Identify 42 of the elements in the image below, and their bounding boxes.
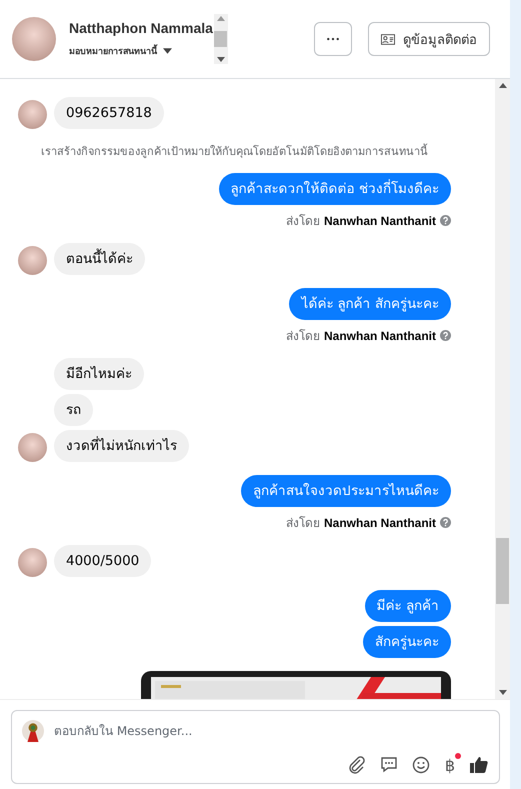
scrollbar-thumb[interactable] <box>496 538 509 604</box>
contact-name: Natthaphon Nammala <box>69 20 213 36</box>
sent-by-label: ส่งโดย <box>286 328 320 345</box>
emoji-icon[interactable] <box>411 755 431 775</box>
sent-by-label: ส่งโดย <box>286 213 320 230</box>
message-bubble: 4000/5000 <box>54 545 152 577</box>
assign-dropdown[interactable]: มอบหมายการสนทนานี้ <box>69 44 213 58</box>
message-bubble: ได้ค่ะ ลูกค้า สักครู่นะคะ <box>289 288 451 320</box>
message-bubble: มีอีกไหมค่ะ <box>54 358 144 390</box>
message-bubble: ตอนนี้ได้ค่ะ <box>54 243 145 275</box>
help-icon[interactable] <box>440 330 451 341</box>
sender-name: Nanwhan Nanthanit <box>324 516 436 530</box>
payment-button[interactable]: ฿ <box>443 755 457 775</box>
scrollbar-thumb[interactable] <box>214 31 228 47</box>
contact-avatar <box>12 17 56 61</box>
scroll-down-icon[interactable] <box>216 57 225 62</box>
message-bubble: ลูกค้าสนใจงวดประมารไหนดีคะ <box>241 475 451 507</box>
scroll-up-icon[interactable] <box>498 83 506 88</box>
system-notice: เราสร้างกิจกรรมของลูกค้าเป้าหมายให้กับคุณโดยอัตโนมัติโดยอิงตามการสนทนานี้ <box>41 142 428 160</box>
more-button[interactable]: ••• <box>314 22 352 56</box>
message-bubble: งวดที่ไม่หนักเท่าไร <box>54 430 189 462</box>
reply-box[interactable]: ตอบกลับใน Messenger... ฿ <box>11 710 500 784</box>
help-icon[interactable] <box>440 517 451 528</box>
message-bubble: สักครู่นะคะ <box>363 626 451 658</box>
message-bubble: รถ <box>54 394 93 426</box>
message-bubble: 0962657818 <box>54 97 164 129</box>
caret-icon <box>163 48 172 54</box>
contact-card-icon <box>381 34 395 44</box>
scroll-down-icon[interactable] <box>498 690 506 695</box>
scrollbar[interactable] <box>495 79 510 699</box>
scrollbar[interactable] <box>214 14 228 64</box>
contact-info-button[interactable]: ดูข้อมูลติดต่อ <box>368 22 490 56</box>
sender-name: Nanwhan Nanthanit <box>324 328 436 342</box>
sent-by-label: ส่งโดย <box>286 515 320 532</box>
thumbs-up-icon[interactable] <box>469 755 489 775</box>
message-bubble: มีค่ะ ลูกค้า <box>364 590 451 622</box>
attachment-icon[interactable] <box>347 755 367 775</box>
sender-name: Nanwhan Nanthanit <box>324 214 436 228</box>
help-icon[interactable] <box>440 215 451 226</box>
message-bubble: ลูกค้าสะดวกให้ติดต่อ ช่วงกี่โมงดีคะ <box>218 173 451 205</box>
page-avatar <box>22 719 44 743</box>
chat-bubble-icon[interactable] <box>379 755 399 775</box>
